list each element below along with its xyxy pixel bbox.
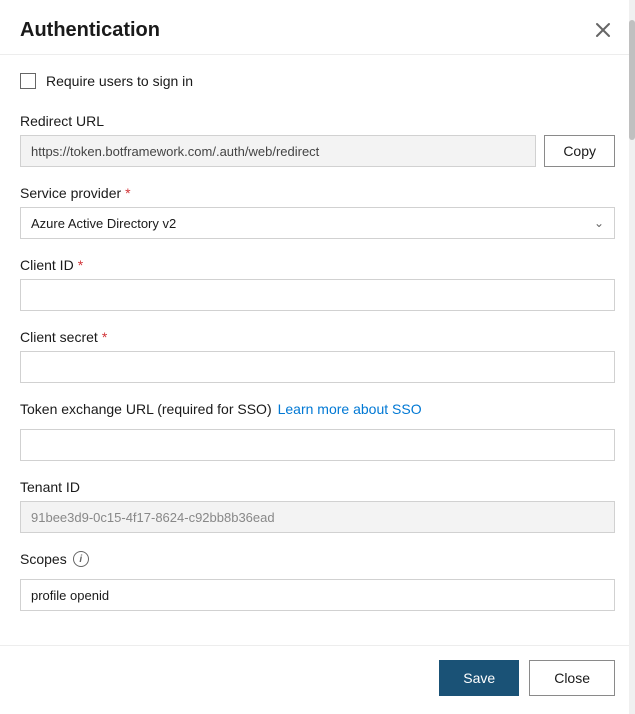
- scrollbar-track: [629, 0, 635, 714]
- scrollbar-thumb[interactable]: [629, 20, 635, 140]
- client-id-group: Client ID *: [20, 257, 615, 311]
- service-provider-label: Service provider *: [20, 185, 615, 201]
- redirect-url-display: https://token.botframework.com/.auth/web…: [20, 135, 536, 167]
- learn-more-sso-link[interactable]: Learn more about SSO: [278, 401, 422, 417]
- client-secret-input[interactable]: [20, 351, 615, 383]
- scopes-label: Scopes: [20, 551, 67, 567]
- redirect-url-row: https://token.botframework.com/.auth/web…: [20, 135, 615, 167]
- tenant-id-label: Tenant ID: [20, 479, 615, 495]
- client-secret-required: *: [102, 329, 107, 345]
- chevron-down-icon: ⌄: [594, 216, 604, 230]
- service-provider-group: Service provider * Azure Active Director…: [20, 185, 615, 239]
- token-exchange-label-row: Token exchange URL (required for SSO) Le…: [20, 401, 615, 417]
- save-button[interactable]: Save: [439, 660, 519, 696]
- redirect-url-group: Redirect URL https://token.botframework.…: [20, 113, 615, 167]
- tenant-id-input: [20, 501, 615, 533]
- client-id-input[interactable]: [20, 279, 615, 311]
- dialog-header: Authentication: [0, 0, 635, 55]
- close-icon: [595, 22, 611, 38]
- dialog-title: Authentication: [20, 19, 160, 42]
- client-id-label: Client ID *: [20, 257, 615, 273]
- tenant-id-group: Tenant ID: [20, 479, 615, 533]
- client-secret-group: Client secret *: [20, 329, 615, 383]
- service-provider-dropdown[interactable]: Azure Active Directory v2 ⌄: [20, 207, 615, 239]
- close-footer-button[interactable]: Close: [529, 660, 615, 696]
- dialog-body: Require users to sign in Redirect URL ht…: [0, 55, 635, 645]
- scopes-input[interactable]: [20, 579, 615, 611]
- scopes-group: Scopes i: [20, 551, 615, 611]
- token-exchange-url-group: Token exchange URL (required for SSO) Le…: [20, 401, 615, 461]
- service-provider-value: Azure Active Directory v2: [31, 216, 176, 231]
- copy-button[interactable]: Copy: [544, 135, 615, 167]
- scopes-info-icon[interactable]: i: [73, 551, 89, 567]
- authentication-dialog: Authentication Require users to sign in …: [0, 0, 635, 714]
- service-provider-required: *: [125, 185, 130, 201]
- close-icon-button[interactable]: [591, 18, 615, 42]
- client-secret-label: Client secret *: [20, 329, 615, 345]
- require-signin-row: Require users to sign in: [20, 73, 615, 89]
- client-id-required: *: [78, 257, 83, 273]
- token-exchange-label: Token exchange URL (required for SSO): [20, 401, 272, 417]
- require-signin-checkbox[interactable]: [20, 73, 36, 89]
- scopes-label-row: Scopes i: [20, 551, 615, 567]
- redirect-url-label: Redirect URL: [20, 113, 615, 129]
- token-exchange-url-input[interactable]: [20, 429, 615, 461]
- require-signin-label: Require users to sign in: [46, 73, 193, 89]
